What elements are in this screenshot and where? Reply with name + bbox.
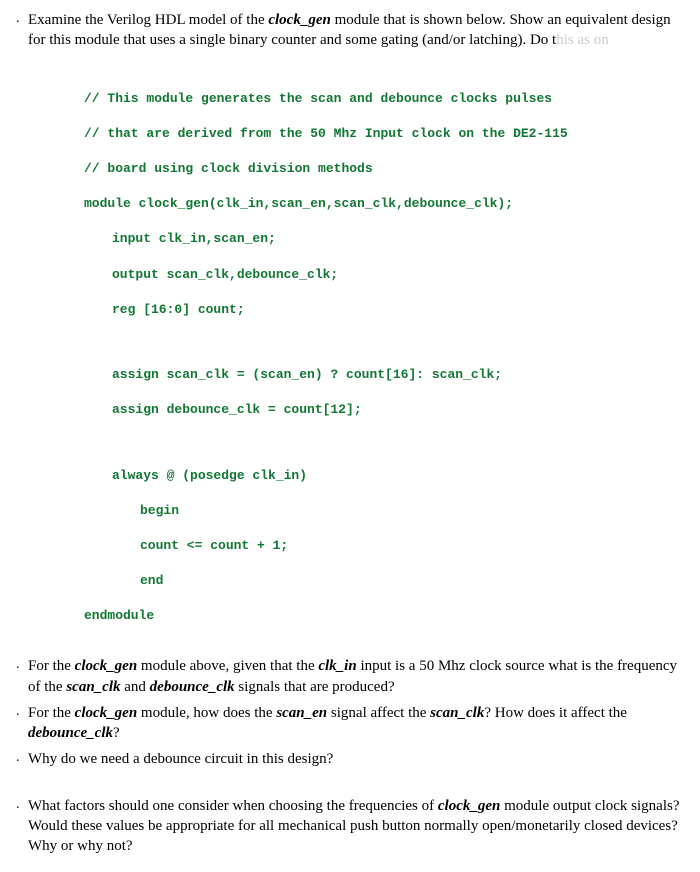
q2-p7: and <box>121 679 150 695</box>
q2-bullet: . <box>16 656 28 697</box>
q2-italic1: clock_gen <box>75 658 137 674</box>
code-line: begin <box>84 502 684 520</box>
question-3: . For the clock_gen module, how does the… <box>16 703 684 744</box>
q5-text: What factors should one consider when ch… <box>28 796 684 857</box>
q3-text: For the clock_gen module, how does the s… <box>28 703 684 744</box>
q3-p9: ? <box>113 725 120 741</box>
code-line: reg [16:0] count; <box>84 301 684 319</box>
q2-text: For the clock_gen module above, given th… <box>28 656 684 697</box>
q3-p7: ? How does it affect the <box>484 705 627 721</box>
code-line: always @ (posedge clk_in) <box>84 467 684 485</box>
code-line: count <= count + 1; <box>84 537 684 555</box>
q2-p9: signals that are produced? <box>235 679 395 695</box>
question-2: . For the clock_gen module above, given … <box>16 656 684 697</box>
q2-italic3: scan_clk <box>66 679 120 695</box>
q2-italic4: debounce_clk <box>150 679 235 695</box>
q1-italic-clockgen: clock_gen <box>268 12 330 28</box>
code-line: module clock_gen(clk_in,scan_en,scan_clk… <box>84 195 684 213</box>
code-line: // board using clock division methods <box>84 160 684 178</box>
q4-p1: Why do we need a debounce circuit in thi… <box>28 751 333 767</box>
code-line: endmodule <box>84 607 684 625</box>
question-1: . Examine the Verilog HDL model of the c… <box>16 10 684 51</box>
q3-italic1: clock_gen <box>75 705 137 721</box>
q3-p1: For the <box>28 705 75 721</box>
code-line: input clk_in,scan_en; <box>84 230 684 248</box>
q2-italic2: clk_in <box>318 658 356 674</box>
q3-bullet: . <box>16 703 28 744</box>
q5-p1: What factors should one consider when ch… <box>28 798 438 814</box>
code-line: assign debounce_clk = count[12]; <box>84 401 684 419</box>
q3-p3: module, how does the <box>137 705 276 721</box>
q5-bullet: . <box>16 796 28 857</box>
q1-part1: Examine the Verilog HDL model of the <box>28 12 268 28</box>
code-line: // This module generates the scan and de… <box>84 90 684 108</box>
code-line: // that are derived from the 50 Mhz Inpu… <box>84 125 684 143</box>
q1-bullet: . <box>16 10 28 51</box>
q1-faded: his as on <box>556 32 609 48</box>
q2-p1: For the <box>28 658 75 674</box>
q3-p5: signal affect the <box>327 705 430 721</box>
q1-text: Examine the Verilog HDL model of the clo… <box>28 10 684 51</box>
code-line: output scan_clk,debounce_clk; <box>84 266 684 284</box>
question-4: . Why do we need a debounce circuit in t… <box>16 749 684 769</box>
q3-italic2: scan_en <box>276 705 327 721</box>
q3-italic3: scan_clk <box>430 705 484 721</box>
question-5: . What factors should one consider when … <box>16 796 684 857</box>
q2-p3: module above, given that the <box>137 658 318 674</box>
verilog-code-block: // This module generates the scan and de… <box>84 73 684 643</box>
q4-text: Why do we need a debounce circuit in thi… <box>28 749 684 769</box>
q3-italic4: debounce_clk <box>28 725 113 741</box>
code-line: assign scan_clk = (scan_en) ? count[16]:… <box>84 366 684 384</box>
code-line: end <box>84 572 684 590</box>
q5-italic1: clock_gen <box>438 798 500 814</box>
q4-bullet: . <box>16 749 28 769</box>
